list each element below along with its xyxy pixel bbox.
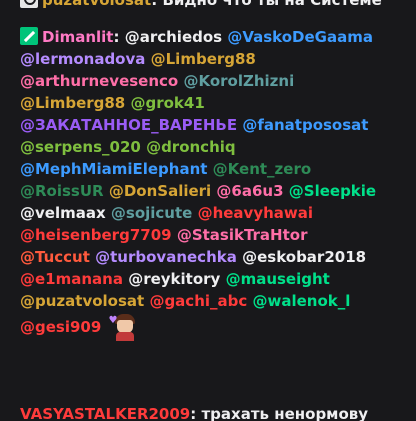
mention-link[interactable]: @sojicute xyxy=(111,204,192,222)
chat-message: puzatvolosat: Видно что ты на Системе xyxy=(20,0,416,11)
mention-link[interactable]: @RoissUR xyxy=(20,182,104,200)
mention-link[interactable]: @archiedos xyxy=(125,28,222,46)
mention-link[interactable]: @reykitory xyxy=(128,270,220,288)
chat-username[interactable]: VASYASTALKER2009 xyxy=(20,405,190,421)
chat-username[interactable]: Dimanlit xyxy=(42,28,113,46)
mention-link[interactable]: @gachi_abc xyxy=(149,292,247,310)
mention-link[interactable]: @KorolZhizni xyxy=(183,72,294,90)
mention-link[interactable]: @Limberg88 xyxy=(151,50,256,68)
mention-link[interactable]: @Tuccut xyxy=(20,248,90,266)
chat-message-line: @MephMiamiElephant @Kent_zero xyxy=(20,158,416,180)
mention-link[interactable]: @eskobar2018 xyxy=(242,248,366,266)
mention-link[interactable]: @puzatvolosat xyxy=(20,292,144,310)
sword-badge-icon[interactable] xyxy=(20,27,38,45)
chat-message-line: Dimanlit: @archiedos @VaskoDeGaama xyxy=(20,26,416,48)
mention-link[interactable]: @walenok_l xyxy=(253,292,351,310)
chat-message: VASYASTALKER2009: трахать ненормову xyxy=(20,403,416,421)
chat-message-line: @ЗАКАТАННОЕ_ВАРЕНЬЕ @fanatpososat xyxy=(20,114,416,136)
chat-message-line: @gesi909 ♥ xyxy=(20,312,416,341)
mention-link[interactable]: @serpens_020 xyxy=(20,138,141,156)
mention-link[interactable]: @mauseight xyxy=(226,270,330,288)
anime-girl-emote[interactable]: ♥ xyxy=(109,312,139,342)
mention-link[interactable]: @grok41 xyxy=(130,94,204,112)
mention-link[interactable]: @VaskoDeGaama xyxy=(227,28,373,46)
mention-link[interactable]: @gesi909 xyxy=(20,318,101,336)
mention-link[interactable]: @turbovanechka xyxy=(95,248,237,266)
chat-message-line: @Tuccut @turbovanechka @eskobar2018 xyxy=(20,246,416,268)
search-icon xyxy=(20,0,38,8)
mention-link[interactable]: @Limberg88 xyxy=(20,94,125,112)
chat-text: трахать ненормову xyxy=(201,405,369,421)
chat-message-line: @Limberg88 @grok41 xyxy=(20,92,416,114)
chat-message-line: @e1manana @reykitory @mauseight xyxy=(20,268,416,290)
heart-icon: ♥ xyxy=(108,315,118,326)
mention-link[interactable]: @DonSalieri xyxy=(109,182,211,200)
mention-link[interactable]: @e1manana xyxy=(20,270,123,288)
chat-message-line: @RoissUR @DonSalieri @6a6u3 @Sleepkie xyxy=(20,180,416,202)
chat-message-line: @lermonadova @Limberg88 xyxy=(20,48,416,70)
chat-message-line: @serpens_020 @dronchiq xyxy=(20,136,416,158)
mention-link[interactable]: @Kent_zero xyxy=(213,160,312,178)
emote-body xyxy=(115,332,134,341)
chat-message-line: @puzatvolosat @gachi_abc @walenok_l xyxy=(20,290,416,312)
chat-message-line: @velmaax @sojicute @heavyhawai xyxy=(20,202,416,224)
mention-link[interactable]: @heavyhawai xyxy=(198,204,313,222)
chat-message-line: @heisenberg7709 @StasikTraHtor xyxy=(20,224,416,246)
mention-link[interactable]: @velmaax xyxy=(20,204,106,222)
mention-link[interactable]: @Sleepkie xyxy=(289,182,376,200)
chat-message: Dimanlit: @archiedos @VaskoDeGaama @lerm… xyxy=(20,26,416,341)
mention-link[interactable]: @StasikTraHtor xyxy=(177,226,308,244)
chat-separator: : xyxy=(190,405,197,421)
mention-link[interactable]: @MephMiamiElephant xyxy=(20,160,207,178)
chat-separator: : xyxy=(113,28,120,46)
chat-text: Видно что ты на Системе xyxy=(162,0,382,9)
chat-message-line: @arthurnevesenco @KorolZhizni xyxy=(20,70,416,92)
mention-link[interactable]: @lermonadova xyxy=(20,50,145,68)
chat-separator: : xyxy=(151,0,158,9)
chat-username[interactable]: puzatvolosat xyxy=(42,0,151,9)
mention-link[interactable]: @fanatpososat xyxy=(242,116,368,134)
mention-link[interactable]: @arthurnevesenco xyxy=(20,72,178,90)
mention-link[interactable]: @6a6u3 xyxy=(216,182,283,200)
mention-link[interactable]: @heisenberg7709 xyxy=(20,226,172,244)
mention-link[interactable]: @dronchiq xyxy=(146,138,236,156)
mention-link[interactable]: @ЗАКАТАННОЕ_ВАРЕНЬЕ xyxy=(20,116,237,134)
